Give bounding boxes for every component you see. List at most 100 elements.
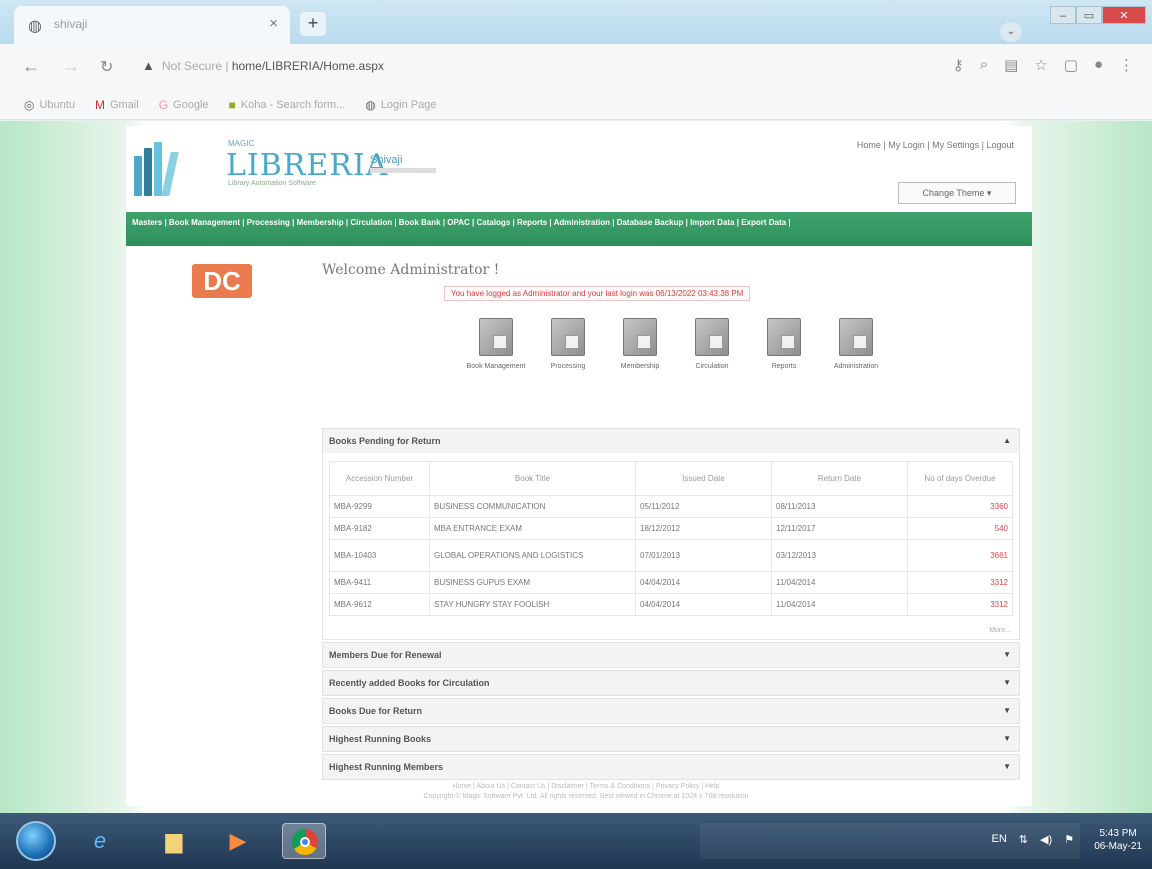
bookmark-item[interactable]: G Google [159, 98, 209, 112]
processing-icon [551, 318, 585, 356]
maximize-button[interactable]: ▭ [1076, 6, 1102, 24]
back-icon[interactable]: ← [22, 56, 40, 77]
footer-copyright: Copyright © Magic Software Pvt. Ltd. All… [423, 793, 749, 800]
main-menu-items[interactable]: Masters | Book Management | Processing |… [132, 218, 791, 227]
renewal-panel[interactable]: Members Due for Renewal ▼ [322, 642, 1020, 668]
administration-icon [839, 318, 873, 356]
system-tray: EN ⇅ ◀) ⚑ [992, 833, 1075, 846]
new-tab-button[interactable]: + [300, 12, 326, 36]
window-controls: – ▭ ✕ [1050, 6, 1146, 24]
start-button[interactable] [16, 821, 56, 861]
reports-icon [767, 318, 801, 356]
quick-link-membership[interactable]: Membership [610, 318, 670, 371]
bookmark-item[interactable]: ◎ Ubuntu [24, 98, 75, 112]
taskbar-media[interactable]: ▶ [216, 823, 260, 859]
taskbar-chrome[interactable] [282, 823, 326, 859]
language-indicator[interactable]: EN [992, 833, 1007, 846]
site-footer: Home | About Us | Contact Us | Disclaime… [286, 782, 886, 802]
institution-name: Shivaji [370, 154, 403, 166]
chevron-down-icon[interactable]: ⌄ [1000, 22, 1022, 42]
quick-link-circulation[interactable]: Circulation [682, 318, 742, 371]
close-window-button[interactable]: ✕ [1102, 6, 1146, 24]
dc-logo-icon: DC [192, 264, 252, 298]
address-bar: ← → ↻ ▲ Not Secure | home/LIBRERIA/Home.… [0, 44, 1152, 90]
recent-books-panel[interactable]: Recently added Books for Circulation ▼ [322, 670, 1020, 696]
clock[interactable]: 5:43 PM 06-May-21 [1094, 827, 1142, 853]
google-icon: G [158, 97, 169, 112]
koha-icon: ■ [228, 97, 236, 112]
column-header[interactable]: No of days Overdue [907, 461, 1013, 496]
top-links[interactable]: Home | My Login | My Settings | Logout [857, 140, 1014, 150]
folder-icon: ▆ [165, 828, 183, 853]
column-header[interactable]: Return Date [771, 461, 908, 496]
translate-icon[interactable]: ▤ [1004, 56, 1018, 74]
highest-members-panel[interactable]: Highest Running Members ▼ [322, 754, 1020, 780]
quick-link-processing[interactable]: Processing [538, 318, 598, 371]
reload-icon[interactable]: ↻ [100, 57, 113, 77]
last-login-message: You have logged as Administrator and you… [444, 286, 751, 301]
column-header[interactable]: Accession Number [329, 461, 430, 496]
expand-down-icon[interactable]: ▼ [1003, 755, 1011, 779]
quick-link-administration[interactable]: Administration [826, 318, 886, 371]
forward-icon[interactable]: → [62, 56, 80, 77]
bookmark-item[interactable]: M Gmail [95, 98, 139, 112]
table-row[interactable]: MBA-9612 STAY HUNGRY STAY FOOLISH 04/04/… [329, 593, 1013, 616]
logo-books-icon [134, 140, 194, 196]
windows-taskbar: e ▆ ▶ EN ⇅ ◀) ⚑ 5:43 PM 06-May-21 [0, 813, 1152, 869]
browser-tab[interactable]: ◍ shivaji × [14, 6, 290, 44]
chrome-icon [292, 829, 318, 855]
table-row[interactable]: MBA-9411 BUSINESS GUPUS EXAM 04/04/2014 … [329, 571, 1013, 594]
quick-link-book-management[interactable]: Book Management [466, 318, 526, 371]
tab-search-icon[interactable]: ▢ [1064, 56, 1078, 74]
change-theme-button[interactable]: Change Theme ▾ [898, 182, 1016, 204]
quick-link-reports[interactable]: Reports [754, 318, 814, 371]
star-icon[interactable]: ☆ [1034, 56, 1047, 74]
pending-returns-header[interactable]: Books Pending for Return ▲ [323, 429, 1019, 453]
table-row[interactable]: MBA-9182 MBA ENTRANCE EXAM 18/12/2012 12… [329, 517, 1013, 540]
institution-subtitle [370, 168, 436, 173]
taskbar-explorer[interactable]: ▆ [152, 823, 196, 859]
gmail-icon: M [94, 97, 105, 112]
table-row[interactable]: MBA-10403 GLOBAL OPERATIONS AND LOGISTIC… [329, 539, 1013, 572]
column-header[interactable]: Issued Date [635, 461, 772, 496]
minimize-button[interactable]: – [1050, 6, 1076, 24]
expand-down-icon[interactable]: ▼ [1003, 671, 1011, 695]
expand-down-icon[interactable]: ▼ [1003, 699, 1011, 723]
bookmark-item[interactable]: ■ Koha - Search form... [229, 98, 346, 112]
browser-tab-bar: ◍ shivaji × + ⌄ – ▭ ✕ [0, 0, 1152, 44]
volume-icon[interactable]: ◀) [1040, 833, 1052, 846]
quick-links: Book Management Processing Membership Ci… [466, 318, 886, 371]
notifications-icon[interactable]: ⚑ [1064, 833, 1074, 846]
logo-tagline: Library Automation Software [228, 180, 316, 187]
main-menu[interactable]: Masters | Book Management | Processing |… [126, 212, 1032, 246]
expand-down-icon[interactable]: ▼ [1003, 643, 1011, 667]
menu-kebab-icon[interactable]: ⋮ [1119, 56, 1134, 74]
collapse-up-icon[interactable]: ▲ [1003, 429, 1011, 453]
profile-icon[interactable]: ● [1094, 56, 1103, 74]
footer-links[interactable]: Home | About Us | Contact Us | Disclaime… [286, 782, 886, 792]
bookmark-item[interactable]: ◍ Login Page [365, 98, 436, 112]
tab-title: shivaji [54, 17, 88, 31]
pending-returns-panel: Books Pending for Return ▲ Accession Num… [322, 428, 1020, 640]
pending-returns-table: Accession Number Book Title Issued Date … [329, 461, 1013, 616]
due-return-panel[interactable]: Books Due for Return ▼ [322, 698, 1020, 724]
site-container: MAGIC LIBRERIA Library Automation Softwa… [126, 126, 1032, 806]
table-row[interactable]: MBA-9299 BUSINESS COMMUNICATION 05/11/20… [329, 495, 1013, 518]
network-icon[interactable]: ⇅ [1019, 833, 1028, 846]
taskbar-ie[interactable]: e [78, 823, 122, 859]
internet-explorer-icon: e [93, 828, 107, 853]
zoom-icon[interactable]: ⌕ [980, 56, 988, 74]
logo-text[interactable]: LIBRERIA [226, 148, 388, 183]
expand-down-icon[interactable]: ▼ [1003, 727, 1011, 751]
globe-icon: ◍ [28, 18, 42, 35]
column-header[interactable]: Book Title [429, 461, 636, 496]
highest-books-panel[interactable]: Highest Running Books ▼ [322, 726, 1020, 752]
key-icon[interactable]: ⚷ [953, 56, 964, 74]
close-tab-icon[interactable]: × [269, 15, 278, 32]
book-management-icon [479, 318, 513, 356]
warning-icon[interactable]: ▲ [142, 58, 155, 73]
globe-icon: ◍ [365, 97, 376, 112]
more-link[interactable]: More... [989, 627, 1011, 634]
url-field[interactable]: Not Secure | home/LIBRERIA/Home.aspx [162, 59, 384, 73]
membership-icon [623, 318, 657, 356]
